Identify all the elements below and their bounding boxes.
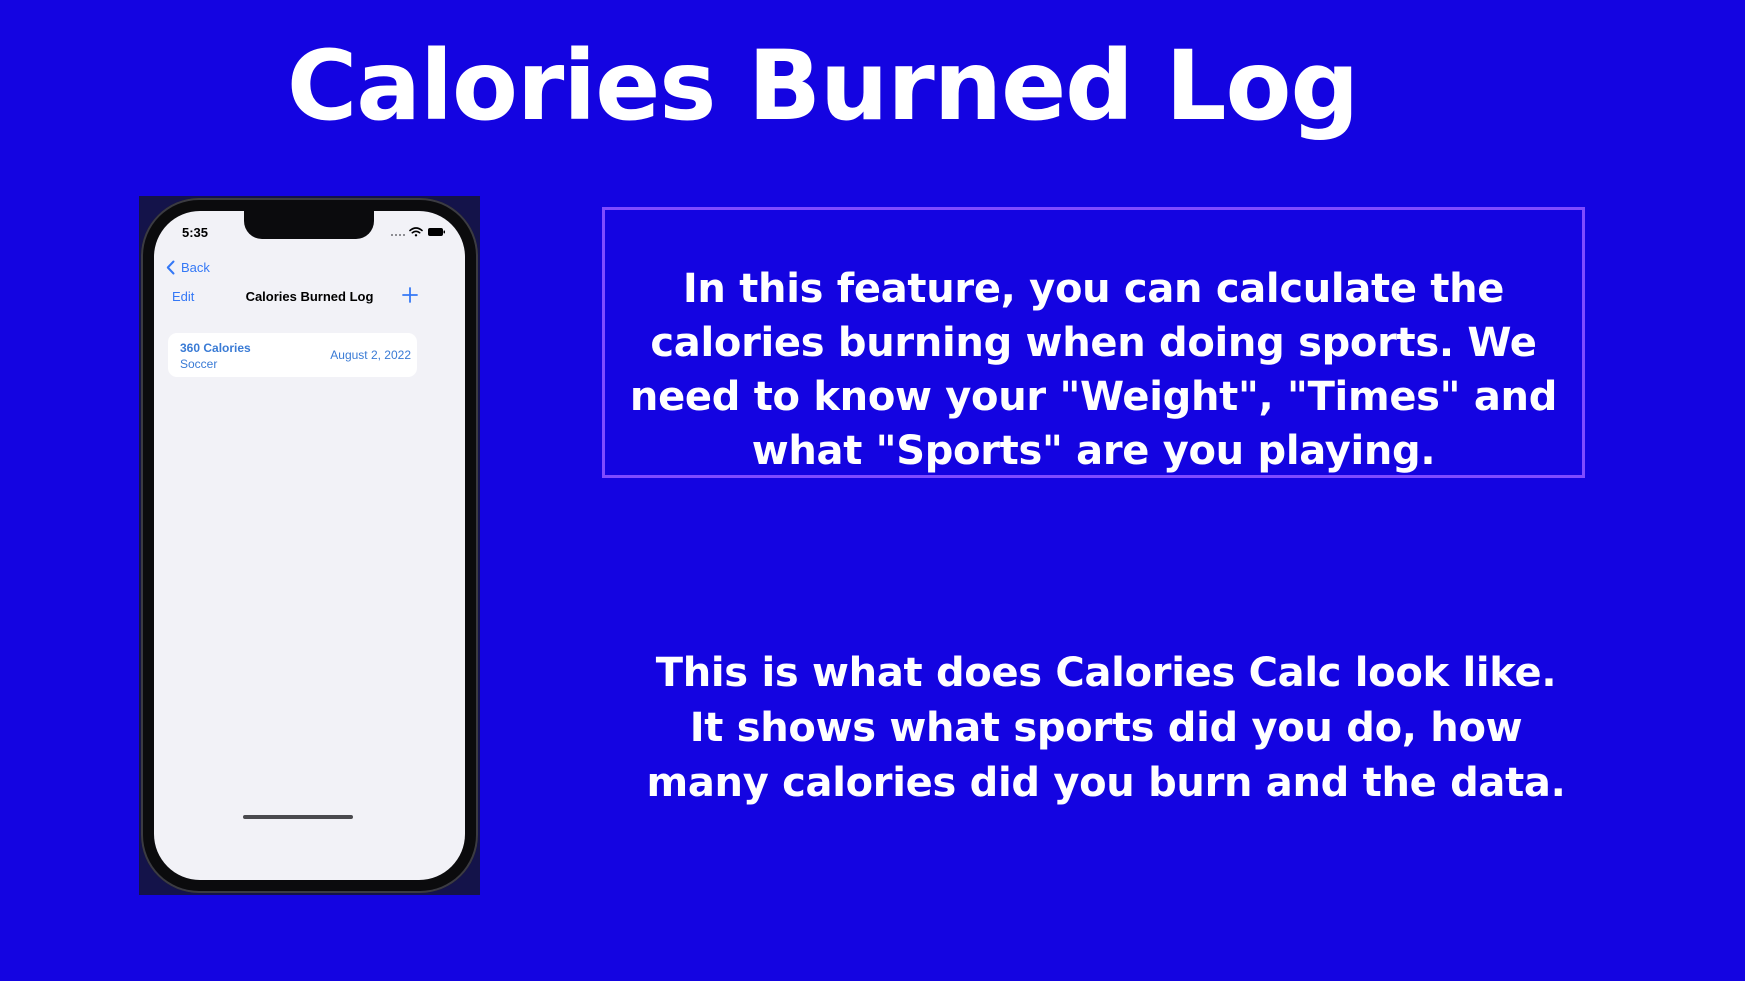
description-line: It shows what sports did you do, how (689, 705, 1523, 751)
chevron-left-icon (166, 260, 175, 275)
status-icons (387, 224, 447, 238)
feature-line: In this feature, you can calculate the (682, 266, 1505, 312)
phone-notch (244, 211, 374, 239)
wifi-icon (409, 227, 423, 237)
plus-icon (402, 287, 418, 303)
feature-line: need to know your "Weight", "Times" and (629, 374, 1558, 420)
list-item[interactable]: 360 Calories Soccer August 2, 2022 (168, 333, 417, 377)
entry-calories: 360 Calories (180, 341, 251, 355)
description-line: This is what does Calories Calc look lik… (655, 650, 1557, 696)
app-description: This is what does Calories Calc look lik… (632, 646, 1580, 811)
slide-title: Calories Burned Log (286, 30, 1359, 142)
home-indicator (243, 815, 353, 819)
phone-body: 5:35 Back Edit Calories Burned Log 360 C… (141, 198, 478, 893)
feature-description: In this feature, you can calculate the c… (612, 262, 1575, 478)
phone-mockup: 5:35 Back Edit Calories Burned Log 360 C… (139, 196, 480, 895)
add-entry-button[interactable] (398, 283, 422, 307)
battery-icon (428, 228, 445, 236)
feature-line: calories burning when doing sports. We (650, 320, 1537, 366)
slide: Calories Burned Log 5:35 Back Edit Calor… (0, 0, 1745, 981)
feature-line: what "Sports" are you playing. (751, 428, 1436, 474)
back-label: Back (181, 259, 210, 275)
entry-date: August 2, 2022 (330, 348, 411, 362)
back-button[interactable]: Back (166, 257, 210, 277)
status-time: 5:35 (182, 225, 209, 240)
description-line: many calories did you burn and the data. (646, 760, 1566, 806)
phone-screen: 5:35 Back Edit Calories Burned Log 360 C… (154, 211, 465, 880)
entry-sport: Soccer (180, 357, 218, 371)
signal-icon (391, 234, 405, 236)
